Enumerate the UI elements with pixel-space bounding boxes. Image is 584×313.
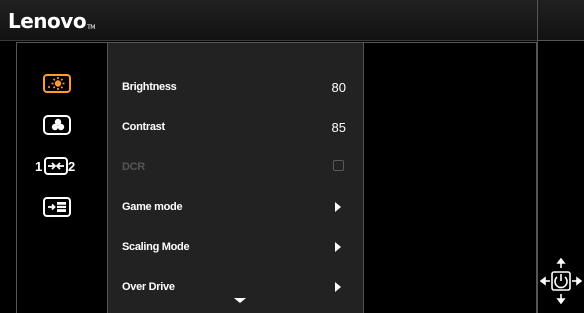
menu-item-label: DCR bbox=[122, 161, 145, 173]
contrast-value: 85 bbox=[331, 120, 346, 135]
category-sidebar: 1 2 bbox=[16, 42, 108, 313]
title-bar: LenovoTM bbox=[0, 0, 584, 41]
menu-settings-icon[interactable] bbox=[42, 196, 82, 218]
menu-item-label: Game mode bbox=[122, 201, 183, 213]
svg-text:2: 2 bbox=[68, 159, 75, 174]
chevron-right-icon bbox=[335, 282, 341, 292]
frame-divider bbox=[537, 0, 538, 313]
menu-item-label: Contrast bbox=[122, 121, 165, 133]
menu-item-contrast[interactable]: Contrast 85 bbox=[122, 119, 352, 141]
menu-item-label: Scaling Mode bbox=[122, 241, 190, 253]
submenu-panel bbox=[363, 42, 537, 313]
menu-item-scaling-mode[interactable]: Scaling Mode bbox=[122, 239, 352, 261]
brightness-icon[interactable] bbox=[42, 72, 82, 94]
chevron-right-icon bbox=[335, 202, 341, 212]
joystick-navigation-icon bbox=[539, 257, 583, 309]
color-icon[interactable] bbox=[42, 114, 82, 136]
lenovo-logo: LenovoTM bbox=[8, 9, 95, 33]
brightness-value: 80 bbox=[331, 80, 346, 95]
svg-text:1: 1 bbox=[35, 159, 42, 174]
chevron-right-icon bbox=[335, 242, 341, 252]
settings-menu: Brightness 80 Contrast 85 DCR Game mode … bbox=[108, 42, 363, 313]
scroll-down-icon[interactable] bbox=[234, 298, 246, 303]
menu-item-game-mode[interactable]: Game mode bbox=[122, 199, 352, 221]
frame-divider-top bbox=[537, 40, 584, 41]
menu-item-label: Over Drive bbox=[122, 281, 175, 293]
input-source-icon[interactable]: 1 2 bbox=[35, 155, 75, 177]
menu-item-dcr: DCR bbox=[122, 159, 352, 181]
dcr-checkbox bbox=[333, 160, 344, 171]
menu-item-label: Brightness bbox=[122, 81, 177, 93]
menu-item-brightness[interactable]: Brightness 80 bbox=[122, 79, 352, 101]
